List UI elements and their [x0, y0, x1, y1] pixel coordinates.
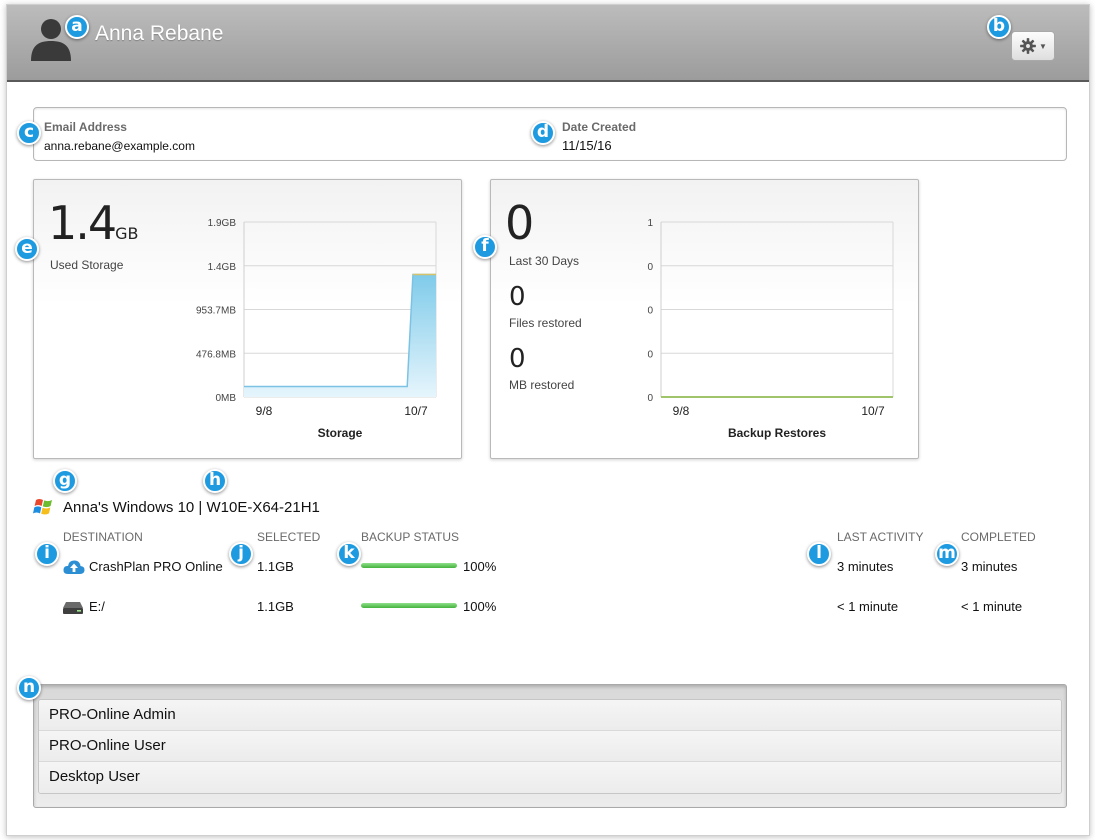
roles-panel: PRO-Online Admin PRO-Online User Desktop…	[33, 684, 1067, 808]
y-tick-label: 0MB	[215, 393, 236, 404]
y-tick-label: 0	[647, 262, 653, 273]
y-tick-label: 476.8MB	[196, 349, 236, 360]
selected-size: 1.1GB	[257, 559, 294, 574]
date-created-label: Date Created	[562, 120, 637, 134]
completed: 3 minutes	[961, 559, 1018, 574]
annotation-badge: a	[65, 15, 89, 39]
chart-title: Backup Restores	[728, 426, 826, 440]
last-activity: < 1 minute	[837, 599, 899, 614]
y-tick-label: 1	[647, 218, 653, 229]
y-tick-label: 953.7MB	[196, 306, 236, 317]
annotation-badge: h	[203, 469, 227, 493]
dropdown-caret-icon: ▼	[1039, 41, 1047, 51]
column-completed: COMPLETED	[961, 530, 1036, 544]
completed: < 1 minute	[961, 599, 1023, 614]
annotation-badge: e	[15, 237, 39, 261]
device-name: Anna's Windows 10 | W10E-X64-21H1	[63, 498, 320, 516]
backup-restores-chart: 0 0 0 0 1 9/8 10/7 Backup Restores	[647, 218, 894, 440]
backup-progress-label: 100%	[463, 599, 497, 614]
cloud-upload-icon	[63, 560, 85, 574]
annotation-badge: f	[473, 235, 497, 259]
user-header: Anna Rebane ▼	[7, 5, 1089, 82]
column-destination: DESTINATION	[63, 530, 143, 544]
annotation-badge: l	[807, 542, 831, 566]
column-selected: SELECTED	[257, 530, 321, 544]
column-backup-status: BACKUP STATUS	[361, 530, 460, 544]
x-tick-label: 10/7	[404, 404, 428, 418]
email-label: Email Address	[44, 120, 127, 134]
y-tick-label: 0	[647, 349, 653, 360]
annotation-badge: b	[987, 15, 1011, 39]
y-tick-label: 0	[647, 393, 653, 404]
date-created-value: 11/15/16	[562, 138, 612, 153]
x-tick-label: 9/8	[256, 404, 273, 418]
drive-icon	[63, 602, 83, 614]
annotation-badge: k	[337, 542, 361, 566]
destination-name[interactable]: CrashPlan PRO Online	[89, 559, 223, 574]
device-header: Anna's Windows 10 | W10E-X64-21H1	[33, 495, 320, 519]
y-tick-label: 1.9GB	[208, 218, 237, 229]
annotation-badge: i	[35, 542, 59, 566]
role-item[interactable]: PRO-Online User	[39, 731, 1061, 762]
backup-progress-bar	[361, 563, 457, 568]
annotation-badge: d	[531, 121, 555, 145]
annotation-badge: m	[935, 542, 959, 566]
user-detail-page: Anna Rebane ▼ Email Address anna.rebane@…	[6, 4, 1090, 836]
destination-name[interactable]: E:/	[89, 599, 105, 614]
x-tick-label: 10/7	[861, 404, 885, 418]
annotation-badge: n	[17, 676, 41, 700]
settings-menu-button[interactable]: ▼	[1011, 31, 1055, 61]
y-tick-label: 1.4GB	[208, 262, 237, 273]
storage-chart: 0MB 476.8MB 953.7MB 1.4GB 1.9GB 9/8 10/7 Storag…	[196, 218, 437, 440]
backup-progress-label: 100%	[463, 559, 497, 574]
selected-size: 1.1GB	[257, 599, 294, 614]
role-item[interactable]: PRO-Online Admin	[39, 700, 1061, 731]
storage-line	[244, 273, 436, 388]
gear-icon	[1020, 38, 1036, 54]
last-activity: 3 minutes	[837, 559, 894, 574]
role-item[interactable]: Desktop User	[39, 762, 1061, 793]
windows-logo-icon	[33, 499, 52, 515]
annotation-badge: g	[53, 469, 77, 493]
backup-restores-card: 0 Last 30 Days 0 Files restored 0 MB res…	[490, 179, 919, 459]
chart-title: Storage	[318, 426, 363, 440]
annotation-badge: c	[17, 121, 41, 145]
column-last-activity: LAST ACTIVITY	[837, 530, 924, 544]
backup-progress-bar	[361, 603, 457, 608]
y-tick-label: 0	[647, 306, 653, 317]
user-name: Anna Rebane	[95, 22, 224, 45]
email-value: anna.rebane@example.com	[44, 139, 195, 153]
storage-card: 1.4GB Used Storage 0MB 476.8MB 953.7MB 1.4G…	[33, 179, 462, 459]
roles-list: PRO-Online Admin PRO-Online User Desktop…	[38, 699, 1062, 794]
x-tick-label: 9/8	[673, 404, 690, 418]
annotation-badge: j	[229, 542, 253, 566]
